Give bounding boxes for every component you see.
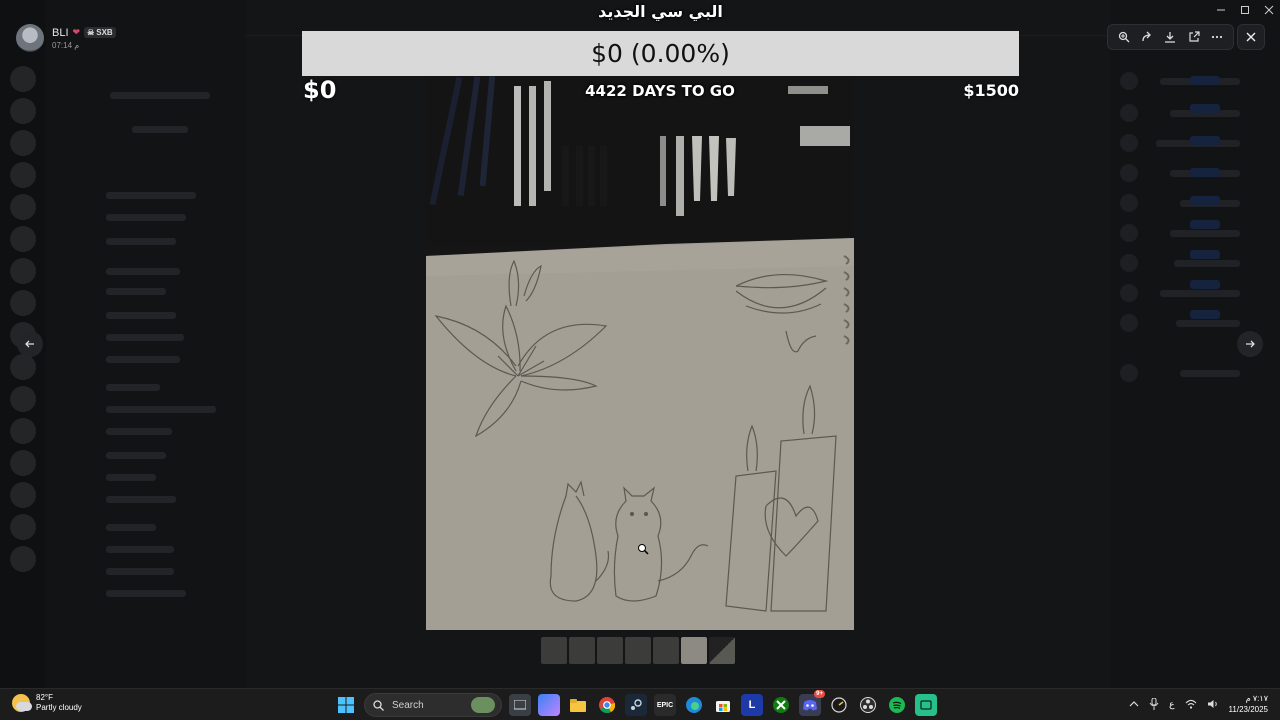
weather-desc: Partly cloudy xyxy=(36,703,82,712)
zoom-in-icon[interactable] xyxy=(1115,28,1133,46)
volume-icon[interactable] xyxy=(1207,699,1219,709)
steam-icon[interactable] xyxy=(625,694,647,716)
edge-icon[interactable] xyxy=(683,694,705,716)
arrow-right-icon xyxy=(1246,340,1255,348)
system-tray: ع ٧:١٧ م 11/23/2025 xyxy=(1129,693,1268,715)
xbox-icon[interactable] xyxy=(770,694,792,716)
chevron-up-icon[interactable] xyxy=(1129,700,1139,708)
partly-cloudy-icon xyxy=(12,694,32,712)
discord-notification-badge: 9+ xyxy=(814,690,825,698)
store-icon[interactable] xyxy=(712,694,734,716)
message-time: 07:14 م xyxy=(52,40,80,50)
minimize-icon[interactable] xyxy=(1214,4,1228,16)
goal-min-amount: $0 xyxy=(303,76,337,104)
weather-widget[interactable]: 82°F Partly cloudy xyxy=(12,693,82,713)
thumbnail-item[interactable] xyxy=(597,637,623,664)
open-external-icon[interactable] xyxy=(1185,28,1203,46)
close-viewer-button[interactable] xyxy=(1237,24,1265,50)
image-viewer-toolbar xyxy=(1107,24,1234,50)
thumbnail-item[interactable] xyxy=(541,637,567,664)
spotify-icon[interactable] xyxy=(886,694,908,716)
server-tag-badge: ☠ SXB xyxy=(84,27,116,38)
skull-icon: ☠ xyxy=(87,28,95,37)
task-view-icon[interactable] xyxy=(509,694,531,716)
taskbar-apps: Search EPIC L 9+ xyxy=(335,690,937,717)
file-explorer-icon[interactable] xyxy=(567,694,589,716)
windows-taskbar: 82°F Partly cloudy Search EPIC L 9+ ع ٧:… xyxy=(0,688,1280,720)
user-name: BLI xyxy=(52,26,69,39)
chrome-icon[interactable] xyxy=(596,694,618,716)
input-language[interactable]: ع xyxy=(1169,699,1174,710)
microphone-icon[interactable] xyxy=(1149,698,1159,710)
thumbnail-item[interactable] xyxy=(709,637,735,664)
epic-games-icon[interactable]: EPIC xyxy=(654,694,676,716)
thumbnail-item[interactable] xyxy=(653,637,679,664)
donation-progress-bar: $0 (0.00%) xyxy=(302,31,1019,76)
days-remaining: 4422 DAYS TO GO xyxy=(585,82,735,100)
start-button[interactable] xyxy=(335,694,357,716)
next-image-button[interactable] xyxy=(1237,331,1263,357)
weather-temp: 82°F xyxy=(36,693,53,702)
forward-icon[interactable] xyxy=(1138,28,1156,46)
zoom-cursor-icon xyxy=(637,542,649,560)
thumbnail-item[interactable] xyxy=(569,637,595,664)
goal-title: البي سي الجديد xyxy=(598,2,723,21)
avatar[interactable] xyxy=(16,24,44,52)
obs-icon[interactable] xyxy=(857,694,879,716)
thumbnail-strip xyxy=(541,637,735,664)
thumbnail-item[interactable] xyxy=(681,637,707,664)
window-close-icon[interactable] xyxy=(1262,4,1276,16)
arrow-left-icon xyxy=(25,340,34,348)
search-highlight-icon xyxy=(471,697,495,713)
clock-time: ٧:١٧ م xyxy=(1245,694,1268,703)
gauge-app-icon[interactable] xyxy=(828,694,850,716)
discord-icon[interactable]: 9+ xyxy=(799,690,825,716)
more-icon[interactable] xyxy=(1208,28,1226,46)
goal-max-amount: $1500 xyxy=(963,81,1019,100)
taskbar-search[interactable]: Search xyxy=(364,693,502,717)
progress-text: $0 (0.00%) xyxy=(591,39,730,68)
channel-list xyxy=(46,0,246,688)
maximize-icon[interactable] xyxy=(1238,4,1252,16)
close-icon xyxy=(1246,32,1256,42)
search-placeholder: Search xyxy=(392,699,424,711)
clock-date: 11/23/2025 xyxy=(1228,705,1268,714)
copilot-icon[interactable] xyxy=(538,694,560,716)
windows-icon xyxy=(338,697,354,713)
server-tag-label: SXB xyxy=(96,28,113,37)
thumbnail-item[interactable] xyxy=(625,637,651,664)
heart-icon: ❤ xyxy=(72,27,81,37)
download-icon[interactable] xyxy=(1161,28,1179,46)
search-icon xyxy=(373,699,384,711)
app-teal-icon[interactable] xyxy=(915,694,937,716)
launcher-l-icon[interactable]: L xyxy=(741,694,763,716)
previous-image-button[interactable] xyxy=(17,331,43,357)
wifi-icon[interactable] xyxy=(1185,699,1197,709)
user-info[interactable]: BLI ❤ ☠ SXB 07:14 م xyxy=(16,24,116,52)
system-clock[interactable]: ٧:١٧ م 11/23/2025 xyxy=(1229,693,1268,715)
